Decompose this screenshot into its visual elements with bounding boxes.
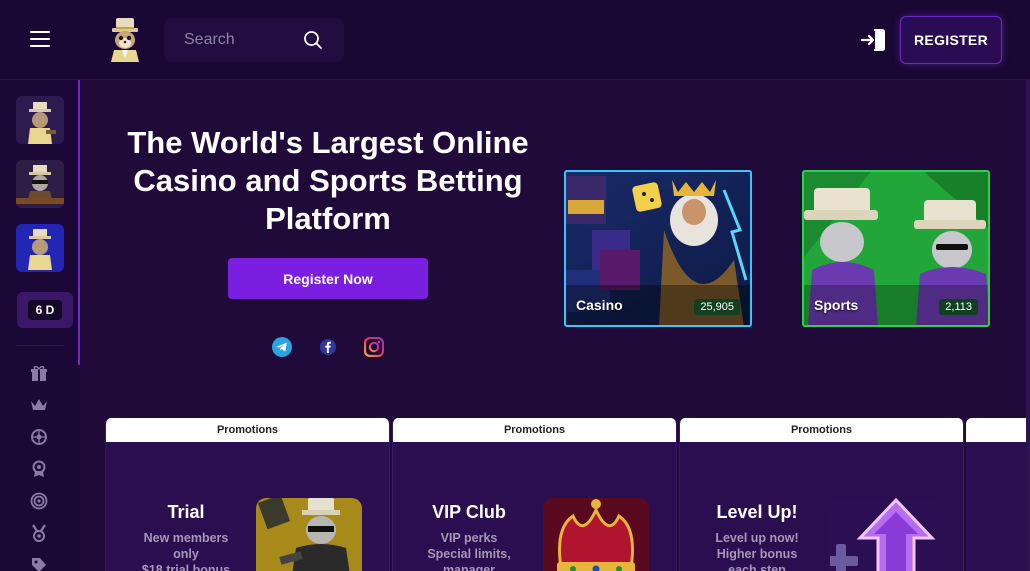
menu-icon[interactable] <box>30 31 50 49</box>
promo-desc-line: Special limits, <box>427 547 511 561</box>
promo-description: New members only $18 trial bonus <box>111 530 261 571</box>
promo-desc-line: each step <box>728 563 786 571</box>
sports-category-card[interactable]: Sports 2,113 <box>802 170 990 327</box>
promo-desc-line: Higher bonus <box>716 547 798 561</box>
promo-card-level-up[interactable]: Promotions Level Up! Level up now! Highe… <box>679 418 964 571</box>
promo-card-vip-club[interactable]: Promotions VIP Club VIP perks Special li… <box>392 418 677 571</box>
promo-desc-line: $18 trial bonus <box>141 563 231 571</box>
telegram-icon[interactable] <box>272 337 292 357</box>
register-button[interactable]: REGISTER <box>900 16 1002 64</box>
search-icon[interactable] <box>302 29 324 51</box>
tag-icon[interactable] <box>30 556 48 571</box>
sports-label: Sports <box>814 297 859 313</box>
hero-title: The World's Largest Online Casino and Sp… <box>127 125 529 236</box>
promo-description: VIP perks Special limits, manager <box>394 530 544 571</box>
login-icon[interactable] <box>860 28 886 52</box>
crown-promo-icon <box>543 498 649 571</box>
gift-icon[interactable] <box>30 364 48 382</box>
badge-icon[interactable] <box>30 460 48 478</box>
casino-count-badge: 25,905 <box>694 299 740 315</box>
search-input[interactable] <box>184 30 294 50</box>
promo-tab-label: Promotions <box>680 418 963 442</box>
level-up-arrow-icon <box>830 498 936 571</box>
countdown-text: 6 D <box>28 300 62 320</box>
promo-title: VIP Club <box>432 502 506 522</box>
left-sidebar: 6 D <box>0 80 80 571</box>
top-header: REGISTER <box>0 0 1030 80</box>
wheel-icon[interactable] <box>30 428 48 446</box>
crown-icon[interactable] <box>30 396 48 414</box>
promo-title: Level Up! <box>716 502 798 522</box>
medal-icon[interactable] <box>30 524 48 542</box>
promo-title: Trial <box>167 502 205 522</box>
target-icon[interactable] <box>30 492 48 510</box>
mascot-thumb-icon <box>16 96 64 144</box>
promo-desc-line: Level up now! <box>715 531 799 545</box>
mascot-thumb-icon <box>16 160 64 208</box>
promo-card-trial[interactable]: Promotions Trial New members only $18 tr… <box>105 418 390 571</box>
raccoon-promo-icon <box>256 498 362 571</box>
sidebar-thumb-3[interactable] <box>16 224 64 272</box>
instagram-icon[interactable] <box>364 337 384 357</box>
sidebar-divider <box>16 345 64 346</box>
sidebar-accent-line <box>78 80 80 365</box>
mascot-thumb-icon <box>16 224 64 272</box>
sidebar-thumb-2[interactable] <box>16 160 64 208</box>
sidebar-thumb-1[interactable] <box>16 96 64 144</box>
promo-card-partial[interactable] <box>966 418 1030 571</box>
facebook-icon[interactable] <box>318 337 338 357</box>
register-now-button[interactable]: Register Now <box>228 258 428 299</box>
promo-tab-label: Promotions <box>106 418 389 442</box>
promo-desc-line: manager <box>442 563 496 571</box>
casino-label: Casino <box>576 297 623 313</box>
page-scrollbar[interactable] <box>1026 80 1030 571</box>
promo-tab-label: Promotions <box>393 418 676 442</box>
promo-desc-line: only <box>173 547 199 561</box>
casino-category-card[interactable]: Casino 25,905 <box>564 170 752 327</box>
sports-count-badge: 2,113 <box>939 299 978 315</box>
promo-desc-line: New members <box>143 531 229 545</box>
promo-description: Level up now! Higher bonus each step <box>682 530 832 571</box>
countdown-badge[interactable]: 6 D <box>17 292 73 328</box>
mascot-logo[interactable] <box>106 18 144 62</box>
promo-desc-line: VIP perks <box>440 531 498 545</box>
promo-tab-partial <box>966 418 1030 442</box>
